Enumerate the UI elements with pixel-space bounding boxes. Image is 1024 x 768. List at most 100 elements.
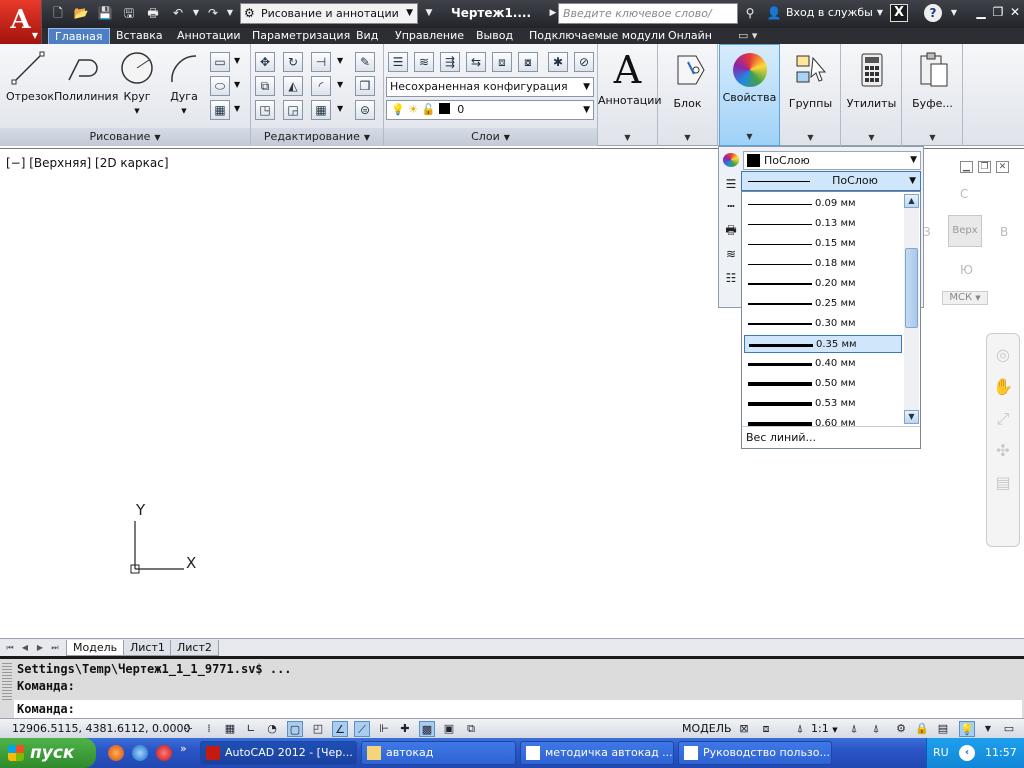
clean-screen-icon[interactable]: ▭ <box>1001 721 1017 737</box>
tab-annotate[interactable]: Аннотации <box>171 28 247 44</box>
redo-dropdown-icon[interactable]: ▼ <box>222 5 238 21</box>
layer-state-combo[interactable]: Несохраненная конфигурация слоев▼ <box>386 77 594 111</box>
explode-icon[interactable]: ❒ <box>355 76 375 96</box>
tab-plugins[interactable]: Подключаемые модули <box>523 28 671 44</box>
undo-icon[interactable]: ↶ <box>170 5 186 21</box>
minimize-icon[interactable]: ▁ <box>974 5 988 19</box>
hatch-icon[interactable]: ▦ <box>210 100 230 120</box>
signin-dropdown-icon[interactable]: ▼ <box>872 5 888 21</box>
scroll-up-icon[interactable]: ▲ <box>904 194 919 208</box>
firefox-icon[interactable] <box>108 745 124 761</box>
help-dropdown-icon[interactable]: ▼ <box>946 5 962 21</box>
lock-icon[interactable]: 🔒 <box>914 721 930 737</box>
lineweight-item[interactable]: 0.25 мм <box>744 295 902 313</box>
rotate-icon[interactable]: ↻ <box>283 52 303 72</box>
language-indicator[interactable]: RU <box>933 746 949 759</box>
layer-off-icon[interactable]: ⊘ <box>574 52 594 72</box>
scroll-thumb[interactable] <box>905 248 918 328</box>
user-icon[interactable]: 👤 <box>766 5 782 21</box>
tab-manage[interactable]: Управление <box>389 28 470 44</box>
new-file-icon[interactable]: 🗋 <box>50 5 66 21</box>
layer-properties-icon[interactable]: ☰ <box>388 52 408 72</box>
isolate-objects-icon[interactable]: 💡 <box>959 721 975 737</box>
tab-layout2[interactable]: Лист2 <box>170 640 219 656</box>
chevron-down-icon[interactable]: ▼ <box>337 104 343 113</box>
clipboard-button[interactable]: Буфе... ▼ <box>903 44 963 146</box>
steering-wheel-icon[interactable]: ◎ <box>992 344 1014 366</box>
mirror-icon[interactable]: ◭ <box>283 76 303 96</box>
lineweight-item[interactable]: 0.53 мм <box>744 395 902 413</box>
ribbon-minimize-icon[interactable]: ▭ ▾ <box>732 28 763 44</box>
compass-east[interactable]: В <box>1000 225 1008 239</box>
last-tab-icon[interactable]: ⏭ <box>50 642 60 653</box>
copy-icon[interactable]: ⧉ <box>255 76 275 96</box>
tab-view[interactable]: Вид <box>350 28 384 44</box>
annotation-button[interactable]: A Аннотации ▼ <box>598 44 662 146</box>
lineweight-combo[interactable]: ПоСлою ▼ <box>741 171 921 191</box>
quick-view-layouts-icon[interactable]: ⊠ <box>736 721 752 737</box>
scale-icon[interactable]: ◲ <box>283 100 303 120</box>
panel-title-modify[interactable]: Редактирование ▼ <box>251 128 383 146</box>
transparency-icon[interactable]: ▩ <box>419 721 435 737</box>
close-icon[interactable]: ✕ <box>1008 5 1022 19</box>
application-menu-button[interactable]: A ▼ <box>0 0 42 44</box>
viewcube-face[interactable]: Верх <box>948 215 982 247</box>
snap-mode-icon[interactable]: ⁞ <box>201 721 217 737</box>
selection-cycling-icon[interactable]: ⧉ <box>463 721 479 737</box>
tab-layout1[interactable]: Лист1 <box>123 640 172 656</box>
lineweight-item[interactable]: 0.13 мм <box>744 215 902 233</box>
dynamic-input-icon[interactable]: ⊩ <box>376 721 392 737</box>
grid-icon[interactable]: ▦ <box>222 721 238 737</box>
tab-model[interactable]: Модель <box>66 640 125 656</box>
tab-insert[interactable]: Вставка <box>110 28 169 44</box>
panel-title-draw[interactable]: Рисование ▼ <box>0 128 250 146</box>
layer-states-icon[interactable]: ≋ <box>414 52 434 72</box>
quick-access-menu-icon[interactable]: ▼ <box>421 5 437 21</box>
color-combo[interactable]: ПоСлою ▼ <box>743 151 921 170</box>
dynamic-ucs-icon[interactable]: ⟋ <box>354 721 370 737</box>
task-autocad[interactable]: AutoCAD 2012 - [Чер... <box>200 741 357 765</box>
quick-view-drawings-icon[interactable]: ⧈ <box>758 721 774 737</box>
layer-combo[interactable]: 💡 ☀ 🔓 0 ▼ <box>386 100 594 120</box>
model-space-toggle[interactable]: МОДЕЛЬ <box>682 722 732 735</box>
layer-match-icon[interactable]: ⇶ <box>440 52 460 72</box>
open-folder-icon[interactable]: 📂 <box>73 5 89 21</box>
lineweight-item[interactable]: 0.09 мм <box>744 195 902 213</box>
fillet-icon[interactable]: ◜ <box>311 76 331 96</box>
line-tool[interactable]: Отрезок <box>6 50 54 103</box>
hardware-acceleration-icon[interactable]: ▤ <box>935 721 951 737</box>
chevron-down-icon[interactable]: ▼ <box>234 80 240 89</box>
annotation-scale-value[interactable]: 1:1 ▼ <box>811 722 838 735</box>
save-icon[interactable]: 💾 <box>97 5 113 21</box>
showmotion-icon[interactable]: ▤ <box>992 472 1014 494</box>
lineweight-more-option[interactable]: Вес линий... <box>742 426 920 448</box>
viewport-label[interactable]: [−] [Верхняя] [2D каркас] <box>6 156 169 170</box>
chevron-down-icon[interactable]: ▼ <box>337 80 343 89</box>
exchange-x-icon[interactable]: X <box>890 4 908 22</box>
compass-north[interactable]: С <box>960 187 968 201</box>
lineweight-item[interactable]: 0.50 мм <box>744 375 902 393</box>
tab-home[interactable]: Главная <box>48 28 110 44</box>
lineweight-scrollbar[interactable]: ▲ ▼ <box>904 194 919 424</box>
polar-tracking-icon[interactable]: ◔ <box>264 721 280 737</box>
lineweight-item[interactable]: 0.15 мм <box>744 235 902 253</box>
offset-icon[interactable]: ⊜ <box>355 100 375 120</box>
workspace-selector[interactable]: ⚙ Рисование и аннотации ▼ <box>240 3 418 24</box>
tray-icon[interactable]: ‹ <box>959 745 975 761</box>
help-icon[interactable]: ? <box>924 4 942 22</box>
tab-output[interactable]: Вывод <box>470 28 519 44</box>
tab-online[interactable]: Онлайн <box>662 28 718 44</box>
binoculars-icon[interactable]: ⚲ <box>742 5 758 21</box>
utilities-button[interactable]: Утилиты ▼ <box>842 44 902 146</box>
block-button[interactable]: Блок ▼ <box>658 44 718 146</box>
rectangle-icon[interactable]: ▭ <box>210 52 230 72</box>
chevron-down-icon[interactable]: ▼ <box>234 104 240 113</box>
command-line-grip[interactable] <box>2 663 12 701</box>
ucs-menu[interactable]: МСК ▼ <box>942 291 988 305</box>
print-icon[interactable]: 🖶 <box>145 5 161 21</box>
object-snap-icon[interactable]: ▢ <box>287 721 303 737</box>
viewcube[interactable]: С З В Верх Ю МСК ▼ <box>920 187 1010 317</box>
erase-icon[interactable]: ✎ <box>355 52 375 72</box>
compass-west[interactable]: З <box>923 225 931 239</box>
start-button[interactable]: пуск <box>0 738 96 768</box>
